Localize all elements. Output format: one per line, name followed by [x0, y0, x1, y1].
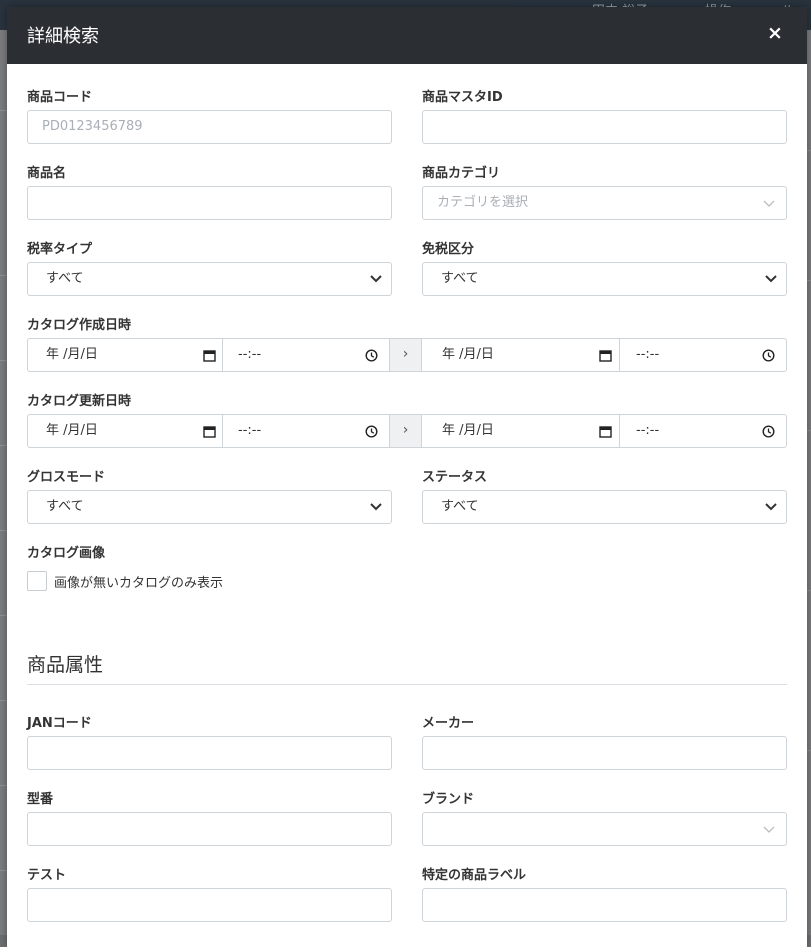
tax-exempt-class-label: 免税区分: [422, 242, 475, 257]
modal-title: 詳細検索: [27, 26, 99, 47]
maker-input[interactable]: [422, 736, 787, 770]
bg-divider: [807, 590, 811, 591]
bg-divider: [807, 150, 811, 151]
tax-rate-type-label: 税率タイプ: [27, 242, 93, 257]
date-placeholder: 年 /月/日: [46, 347, 98, 362]
no-image-only-label[interactable]: 画像が無いカタログのみ表示: [54, 572, 223, 591]
field-separator: [619, 339, 620, 371]
tax-exempt-class-select[interactable]: すべて: [422, 262, 787, 296]
chevron-down-icon: [765, 503, 777, 511]
jan-code-label: JANコード: [27, 716, 92, 731]
catalog-created-range: 年 /月/日 --:-- › 年 /月/日 --:--: [27, 338, 787, 372]
catalog-updated-to-date[interactable]: 年 /月/日: [442, 415, 612, 447]
chevron-down-icon: [765, 275, 777, 283]
catalog-updated-range: 年 /月/日 --:-- › 年 /月/日 --:--: [27, 414, 787, 448]
clock-icon: [762, 425, 775, 438]
time-placeholder: --:--: [238, 423, 262, 438]
no-image-only-checkbox[interactable]: [27, 571, 47, 591]
product-category-select[interactable]: カテゴリを選択: [422, 186, 787, 220]
gross-mode-value: すべて: [46, 499, 84, 514]
catalog-created-from-time[interactable]: --:--: [238, 339, 378, 371]
clock-icon: [762, 349, 775, 362]
product-code-input[interactable]: PD0123456789: [27, 110, 392, 144]
tax-rate-type-value: すべて: [46, 271, 84, 286]
chevron-down-icon: [763, 826, 775, 833]
catalog-created-label: カタログ作成日時: [27, 318, 132, 333]
clock-icon: [365, 349, 378, 362]
date-placeholder: 年 /月/日: [442, 347, 494, 362]
test-label: テスト: [27, 868, 67, 883]
product-category-label: 商品カテゴリ: [422, 166, 501, 181]
catalog-created-to-date[interactable]: 年 /月/日: [442, 339, 612, 371]
tax-rate-type-select[interactable]: すべて: [27, 262, 392, 296]
calendar-icon: [599, 350, 612, 362]
field-separator: [619, 415, 620, 447]
field-separator: [222, 339, 223, 371]
maker-label: メーカー: [422, 716, 475, 731]
tax-exempt-class-value: すべて: [441, 271, 479, 286]
catalog-updated-to-time[interactable]: --:--: [636, 415, 775, 447]
calendar-icon: [203, 426, 216, 438]
bg-divider: [807, 430, 811, 431]
bg-divider: [807, 280, 811, 281]
gross-mode-select[interactable]: すべて: [27, 490, 392, 524]
section-divider: [27, 684, 787, 685]
specific-label-input[interactable]: [422, 888, 787, 922]
product-name-input[interactable]: [27, 186, 392, 220]
brand-label: ブランド: [422, 792, 475, 807]
range-arrow-icon: ›: [389, 415, 422, 447]
bg-divider: [807, 750, 811, 751]
test-input[interactable]: [27, 888, 392, 922]
range-arrow-icon: ›: [389, 339, 422, 371]
status-select[interactable]: すべて: [422, 490, 787, 524]
catalog-updated-from-date[interactable]: 年 /月/日: [46, 415, 216, 447]
catalog-updated-label: カタログ更新日時: [27, 394, 132, 409]
product-master-id-input[interactable]: [422, 110, 787, 144]
product-code-placeholder: PD0123456789: [42, 119, 143, 134]
catalog-updated-from-time[interactable]: --:--: [238, 415, 378, 447]
advanced-search-modal: 詳細検索 × 商品コード PD0123456789 商品マスタID 商品名 商品…: [7, 7, 807, 947]
time-placeholder: --:--: [636, 423, 660, 438]
close-button[interactable]: ×: [765, 22, 785, 46]
model-number-input[interactable]: [27, 812, 392, 846]
calendar-icon: [599, 426, 612, 438]
calendar-icon: [203, 350, 216, 362]
model-number-label: 型番: [27, 792, 54, 807]
catalog-created-to-time[interactable]: --:--: [636, 339, 775, 371]
chevron-down-icon: [763, 200, 775, 207]
modal-header: 詳細検索 ×: [7, 7, 807, 64]
time-placeholder: --:--: [636, 347, 660, 362]
date-placeholder: 年 /月/日: [46, 423, 98, 438]
time-placeholder: --:--: [238, 347, 262, 362]
status-label: ステータス: [422, 470, 488, 485]
clock-icon: [365, 425, 378, 438]
catalog-created-from-date[interactable]: 年 /月/日: [46, 339, 216, 371]
product-master-id-label: 商品マスタID: [422, 90, 503, 105]
jan-code-input[interactable]: [27, 736, 392, 770]
status-value: すべて: [441, 499, 479, 514]
specific-label-label: 特定の商品ラベル: [422, 868, 527, 883]
product-code-label: 商品コード: [27, 90, 93, 105]
product-category-placeholder: カテゴリを選択: [437, 195, 529, 210]
field-separator: [222, 415, 223, 447]
date-placeholder: 年 /月/日: [442, 423, 494, 438]
chevron-down-icon: [370, 275, 382, 283]
brand-select[interactable]: [422, 812, 787, 846]
gross-mode-label: グロスモード: [27, 470, 106, 485]
catalog-image-label: カタログ画像: [27, 546, 106, 561]
chevron-down-icon: [370, 503, 382, 511]
product-name-label: 商品名: [27, 166, 67, 181]
attributes-section-title: 商品属性: [27, 654, 104, 676]
